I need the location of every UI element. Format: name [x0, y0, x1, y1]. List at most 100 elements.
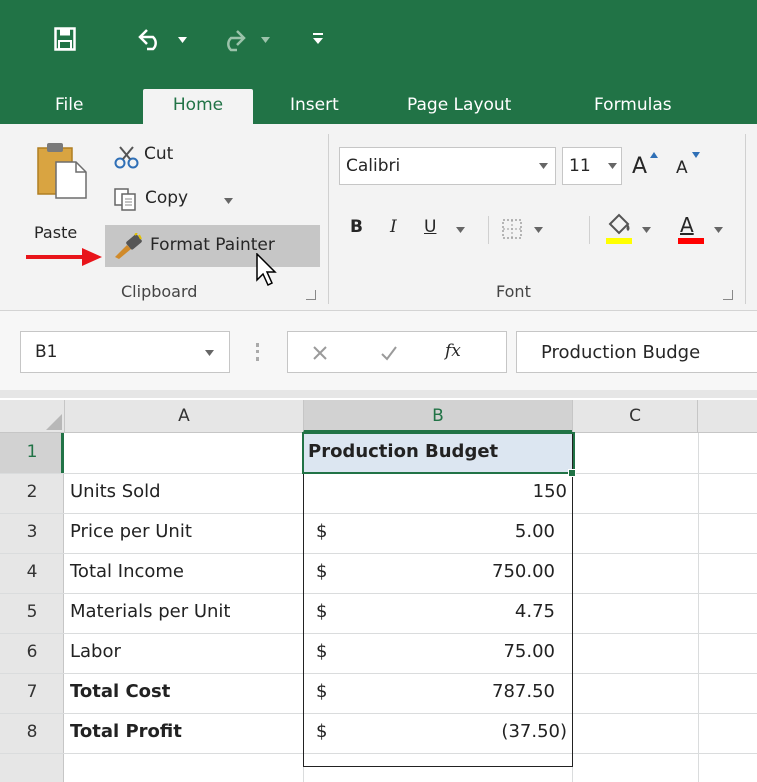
font-separator [488, 216, 489, 244]
cut-icon [114, 146, 139, 169]
italic-button[interactable]: I [382, 211, 412, 247]
customize-qat-icon[interactable] [313, 33, 323, 45]
excel-window: File Home Insert Page Layout Formulas Pa… [0, 0, 757, 782]
tab-file[interactable]: File [55, 89, 83, 124]
ribbon-tabs: File Home Insert Page Layout Formulas [0, 82, 757, 124]
redo-icon[interactable] [220, 28, 246, 52]
bold-label: B [350, 217, 363, 237]
fill-bucket-icon [608, 213, 630, 235]
undo-dropdown-icon[interactable] [178, 37, 187, 43]
mouse-cursor-icon [256, 253, 277, 287]
copy-icon [114, 188, 136, 211]
borders-button[interactable] [496, 211, 552, 247]
borders-dropdown-icon[interactable] [534, 227, 543, 233]
select-all-icon[interactable] [46, 414, 62, 430]
cell-a[interactable]: Total Profit [70, 713, 182, 751]
row-header[interactable]: 8 [0, 713, 64, 753]
row-header[interactable]: 7 [0, 673, 64, 713]
cell-a[interactable]: Total Income [70, 553, 184, 591]
shrink-caret-icon [692, 152, 700, 158]
increase-font-size-label: A [632, 154, 648, 179]
paste-button[interactable]: Paste [32, 134, 100, 242]
name-box-value: B1 [35, 342, 58, 362]
tab-formulas[interactable]: Formulas [594, 89, 672, 124]
fill-color-dropdown-icon[interactable] [642, 227, 651, 233]
underline-dropdown-icon[interactable] [456, 227, 465, 233]
cell-b1-text: Production Budget [308, 441, 499, 462]
undo-icon[interactable] [138, 27, 164, 51]
font-color-dropdown-icon[interactable] [714, 227, 723, 233]
redo-dropdown-icon[interactable] [261, 37, 270, 43]
font-group-label: Font [496, 282, 531, 301]
decrease-font-size-button[interactable]: A [672, 150, 708, 184]
increase-font-size-button[interactable]: A [628, 150, 664, 184]
cell-a[interactable]: Units Sold [70, 473, 161, 511]
formula-buttons: fx [287, 331, 507, 373]
cancel-icon[interactable] [312, 345, 328, 361]
bold-button[interactable]: B [344, 211, 376, 247]
formula-bar: B1 fx Production Budge [0, 311, 757, 390]
column-header-c[interactable]: C [572, 400, 698, 433]
font-dialog-launcher-icon[interactable] [723, 290, 733, 300]
font-name-value: Calibri [346, 156, 401, 176]
table-outline [303, 433, 573, 767]
fill-color-button[interactable] [602, 210, 662, 248]
font-name-box[interactable]: Calibri [339, 147, 556, 185]
clipboard-group-label: Clipboard [121, 282, 198, 301]
copy-button[interactable]: Copy [112, 184, 242, 216]
font-color-label: A [680, 213, 694, 237]
tab-page-layout[interactable]: Page Layout [407, 89, 511, 124]
cut-button[interactable]: Cut [112, 142, 202, 172]
ribbon-separator [328, 134, 329, 304]
enter-icon[interactable] [380, 344, 398, 362]
font-size-dropdown-icon[interactable] [608, 163, 617, 169]
row-header[interactable]: 6 [0, 633, 64, 673]
formula-bar-grip[interactable] [256, 343, 260, 361]
cell-a[interactable]: Labor [70, 633, 121, 671]
format-painter-icon [115, 233, 142, 259]
underline-label: U [424, 217, 437, 237]
cell-a[interactable]: Total Cost [70, 673, 170, 711]
name-box[interactable]: B1 [20, 331, 230, 373]
row-header[interactable]: 5 [0, 593, 64, 633]
row-header[interactable]: 4 [0, 553, 64, 593]
format-painter-button[interactable]: Format Painter [105, 225, 320, 267]
underline-button[interactable]: U [418, 211, 472, 247]
grid-divider [0, 390, 757, 398]
grid-line [698, 433, 699, 782]
paste-icon [37, 143, 87, 199]
insert-function-icon[interactable]: fx [445, 341, 461, 361]
row-header[interactable]: 1 [0, 433, 64, 473]
red-arrow-annotation [26, 248, 102, 266]
font-color-button[interactable]: A [672, 210, 732, 248]
clipboard-dialog-launcher-icon[interactable] [306, 290, 316, 300]
decrease-font-size-label: A [676, 158, 688, 178]
tab-home[interactable]: Home [143, 89, 253, 124]
format-painter-label: Format Painter [150, 235, 275, 255]
copy-label: Copy [145, 188, 189, 208]
grow-caret-icon [650, 152, 658, 158]
fill-handle[interactable] [568, 469, 576, 477]
copy-dropdown-icon[interactable] [224, 198, 233, 204]
cell-a[interactable]: Materials per Unit [70, 593, 231, 631]
column-header-b[interactable]: B [303, 400, 572, 433]
font-separator [589, 216, 590, 244]
font-size-box[interactable]: 11 [562, 147, 622, 185]
row-header[interactable]: 2 [0, 473, 64, 513]
column-header-a[interactable]: A [64, 400, 303, 433]
save-icon[interactable] [54, 27, 76, 51]
row-header[interactable]: 3 [0, 513, 64, 553]
tab-insert[interactable]: Insert [290, 89, 339, 124]
font-size-value: 11 [569, 156, 591, 176]
quick-access-toolbar [0, 0, 757, 82]
cell-a[interactable]: Price per Unit [70, 513, 192, 551]
name-box-dropdown-icon[interactable] [205, 350, 214, 356]
font-color-swatch [678, 238, 704, 244]
ribbon-separator [745, 134, 746, 304]
fill-color-swatch [606, 238, 632, 244]
cut-label: Cut [144, 144, 174, 164]
formula-input-value: Production Budge [541, 342, 701, 363]
formula-input[interactable]: Production Budge [516, 331, 757, 373]
italic-label: I [390, 217, 397, 237]
font-name-dropdown-icon[interactable] [539, 163, 548, 169]
